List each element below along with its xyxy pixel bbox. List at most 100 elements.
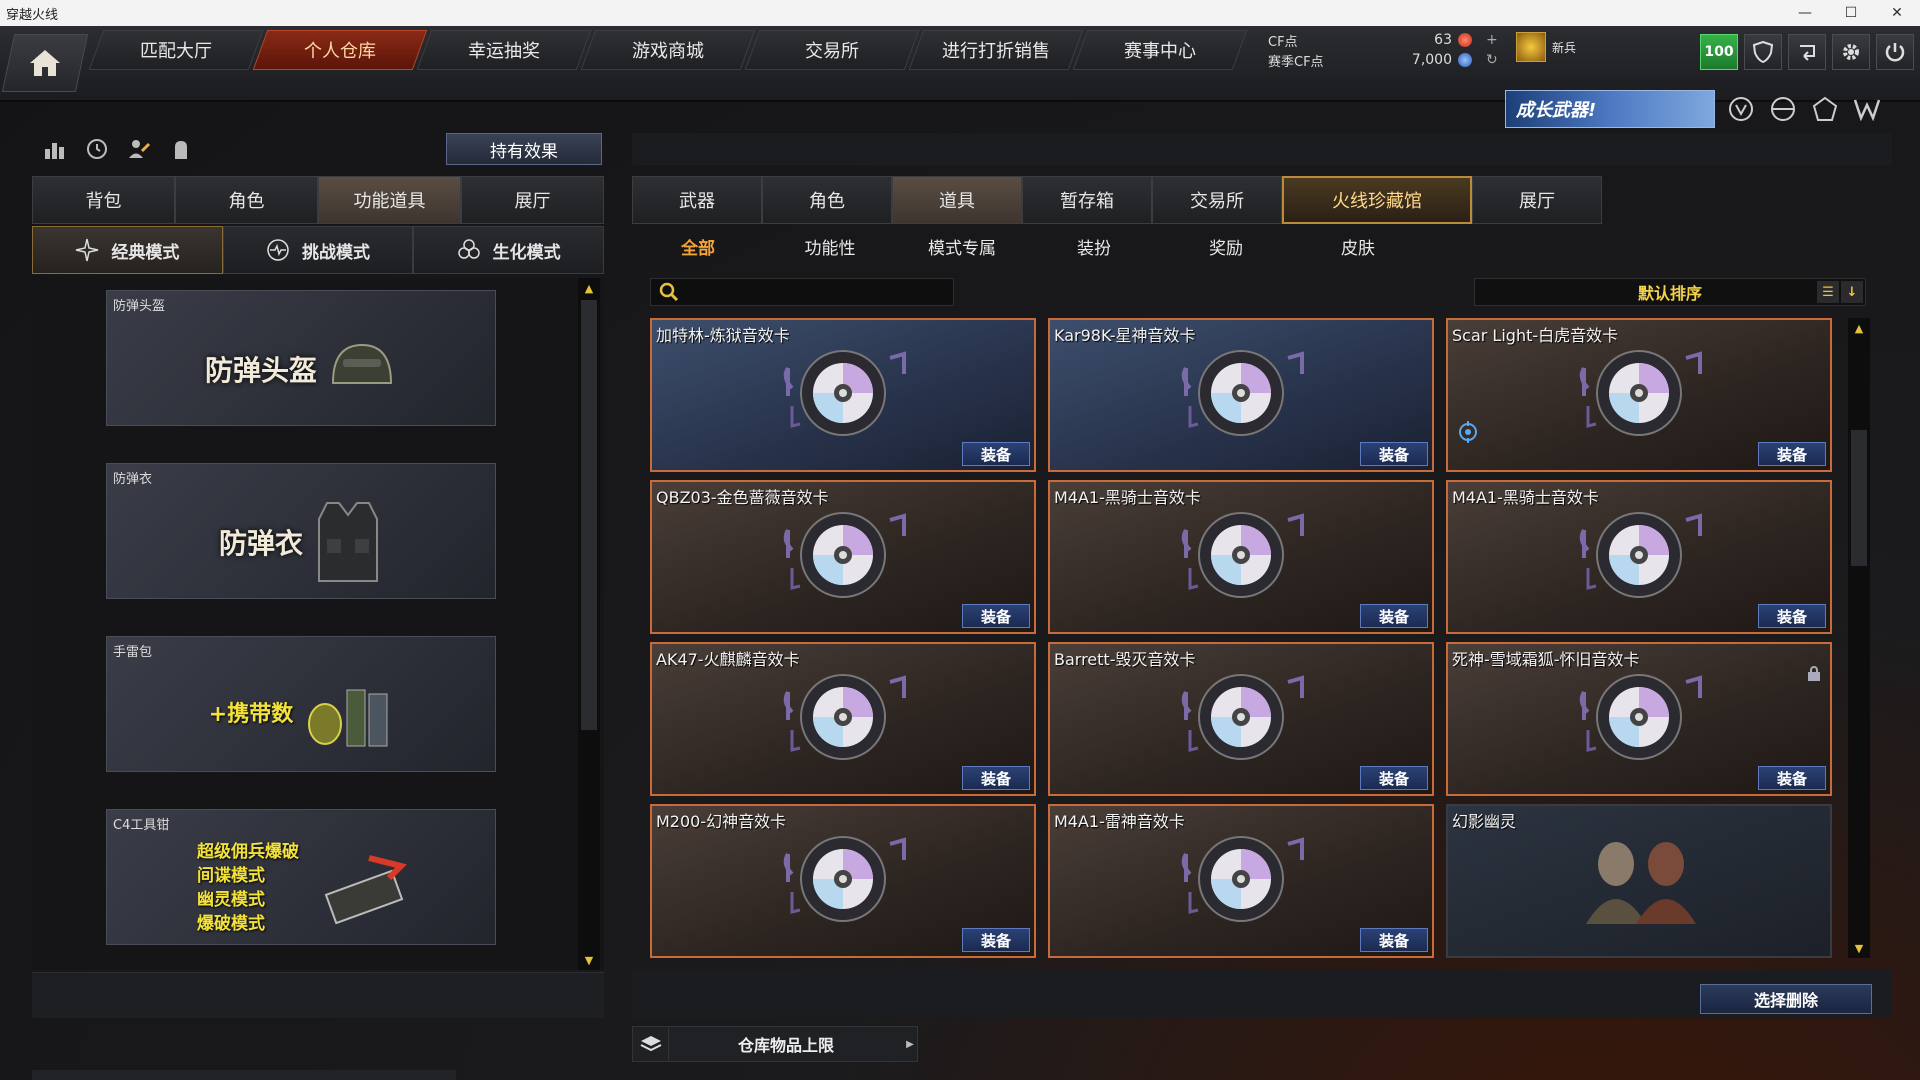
item-helmet[interactable]: 防弹头盔 防弹头盔 [106, 290, 496, 426]
sub-tab[interactable]: 全部 [632, 228, 764, 264]
left-tab[interactable]: 角色 [175, 176, 318, 224]
scroll-down-icon[interactable]: ▼ [1848, 938, 1870, 958]
growth-weapon-banner[interactable]: 成长武器! [1505, 90, 1715, 128]
list-view-icon[interactable]: ☰ [1817, 281, 1839, 303]
globe-icon[interactable] [1768, 94, 1798, 124]
nav-tab[interactable]: 赛事中心 [1072, 30, 1248, 70]
promo-icons [1726, 94, 1882, 124]
nav-tab[interactable]: 幸运抽奖 [416, 30, 592, 70]
mode-challenge[interactable]: 挑战模式 [222, 226, 414, 274]
equip-button[interactable]: 装备 [1360, 928, 1428, 952]
item-card[interactable]: M4A1-黑骑士音效卡 装备 [1048, 480, 1434, 634]
nav-tab-label: 匹配大厅 [140, 41, 212, 62]
equip-button[interactable]: 装备 [962, 928, 1030, 952]
equip-button[interactable]: 装备 [1758, 766, 1826, 790]
search-input[interactable] [687, 284, 937, 300]
item-card[interactable]: Scar Light-白虎音效卡 装备 [1446, 318, 1832, 472]
nav-tab[interactable]: 匹配大厅 [88, 30, 264, 70]
return-icon[interactable] [1788, 34, 1826, 70]
sub-tab[interactable]: 皮肤 [1292, 228, 1424, 264]
level-badge[interactable]: 100 [1700, 34, 1738, 70]
add-cf-button[interactable]: + [1486, 32, 1498, 48]
category-tab[interactable]: 武器 [632, 176, 762, 224]
history-icon[interactable] [82, 134, 112, 164]
maximize-button[interactable]: ☐ [1828, 0, 1874, 26]
item-grenade-pack[interactable]: 手雷包 +携带数 [106, 636, 496, 772]
category-tab[interactable]: 道具 [892, 176, 1022, 224]
person-edit-icon[interactable] [124, 134, 154, 164]
scroll-thumb[interactable] [581, 300, 597, 730]
item-card[interactable]: M4A1-雷神音效卡 装备 [1048, 804, 1434, 958]
equip-button[interactable]: 装备 [962, 604, 1030, 628]
sub-tab[interactable]: 装扮 [1028, 228, 1160, 264]
nav-tab[interactable]: 进行打折销售 [908, 30, 1084, 70]
item-card[interactable]: 死神-雪域霜狐-怀旧音效卡 装备 [1446, 642, 1832, 796]
close-button[interactable]: ✕ [1874, 0, 1920, 26]
minimize-button[interactable]: — [1782, 0, 1828, 26]
right-scrollbar[interactable]: ▲ ▼ [1848, 318, 1870, 958]
home-button[interactable] [1, 34, 89, 92]
select-delete-button[interactable]: 选择删除 [1700, 984, 1872, 1014]
category-tab[interactable]: 角色 [762, 176, 892, 224]
window-titlebar: 穿越火线 — ☐ ✕ [0, 0, 1920, 26]
left-tab[interactable]: 背包 [32, 176, 175, 224]
scroll-down-icon[interactable]: ▼ [578, 950, 600, 970]
item-c4-tool[interactable]: C4工具钳 超级佣兵爆破 间谍模式 幽灵模式 爆破模式 [106, 809, 496, 945]
left-scrollbar[interactable]: ▲ ▼ [578, 278, 600, 970]
sub-category-tabs: 全部 功能性 模式专属 装扮 奖励 皮肤 [632, 228, 1424, 264]
hold-effect-button[interactable]: 持有效果 [446, 133, 602, 165]
shield-icon[interactable] [1744, 34, 1782, 70]
category-tab[interactable]: 交易所 [1152, 176, 1282, 224]
ghost-characters-icon [1448, 834, 1830, 924]
item-card[interactable]: Kar98K-星神音效卡 装备 [1048, 318, 1434, 472]
category-tab[interactable]: 暂存箱 [1022, 176, 1152, 224]
mode-label: 挑战模式 [302, 242, 370, 263]
category-tab[interactable]: 火线珍藏馆 [1282, 176, 1472, 224]
nav-tab[interactable]: 游戏商城 [580, 30, 756, 70]
item-card[interactable]: AK47-火麒麟音效卡 装备 [650, 642, 1036, 796]
item-card[interactable]: QBZ03-金色蔷薇音效卡 装备 [650, 480, 1036, 634]
sort-dropdown[interactable]: 默认排序 ☰ ↓ [1474, 278, 1866, 306]
left-tab[interactable]: 功能道具 [318, 176, 461, 224]
scroll-up-icon[interactable]: ▲ [578, 278, 600, 298]
w-logo-icon[interactable] [1852, 94, 1882, 124]
item-card[interactable]: Barrett-毁灭音效卡 装备 [1048, 642, 1434, 796]
equip-button[interactable]: 装备 [1360, 442, 1428, 466]
search-box[interactable] [650, 278, 954, 306]
item-card[interactable]: 幻影幽灵 [1446, 804, 1832, 958]
glove-icon[interactable] [166, 134, 196, 164]
item-card[interactable]: M200-幻神音效卡 装备 [650, 804, 1036, 958]
expand-arrow-icon[interactable]: ▶ [903, 1039, 917, 1050]
gear-icon[interactable] [1832, 34, 1870, 70]
equip-button[interactable]: 装备 [1360, 604, 1428, 628]
equip-button[interactable]: 装备 [962, 442, 1030, 466]
power-icon[interactable] [1876, 34, 1914, 70]
sub-tab[interactable]: 模式专属 [896, 228, 1028, 264]
mode-classic[interactable]: 经典模式 [32, 226, 223, 274]
sort-descending-icon[interactable]: ↓ [1841, 281, 1863, 303]
badge-v-icon[interactable] [1726, 94, 1756, 124]
nav-tab[interactable]: 交易所 [744, 30, 920, 70]
ranking-icon[interactable] [40, 134, 70, 164]
search-icon [659, 282, 679, 302]
nav-tab[interactable]: 个人仓库 [252, 30, 428, 70]
sub-tab[interactable]: 奖励 [1160, 228, 1292, 264]
scroll-up-icon[interactable]: ▲ [1848, 318, 1870, 338]
wing-badge-icon[interactable] [1810, 94, 1840, 124]
storage-limit-bar[interactable]: 仓库物品上限 ▶ [632, 1026, 918, 1062]
equip-button[interactable]: 装备 [1360, 766, 1428, 790]
equip-button[interactable]: 装备 [1758, 442, 1826, 466]
mode-biohazard[interactable]: 生化模式 [413, 226, 605, 274]
left-tab[interactable]: 展厅 [461, 176, 604, 224]
equip-button[interactable]: 装备 [962, 766, 1030, 790]
window-controls: — ☐ ✕ [1782, 0, 1920, 26]
scroll-thumb[interactable] [1851, 430, 1867, 566]
item-card[interactable]: M4A1-黑骑士音效卡 装备 [1446, 480, 1832, 634]
item-card[interactable]: 加特林-炼狱音效卡 装备 [650, 318, 1036, 472]
refresh-cf-button[interactable]: ↻ [1486, 52, 1498, 68]
art-line: 超级佣兵爆破 [197, 842, 299, 862]
category-tab[interactable]: 展厅 [1472, 176, 1602, 224]
sub-tab[interactable]: 功能性 [764, 228, 896, 264]
equip-button[interactable]: 装备 [1758, 604, 1826, 628]
item-vest[interactable]: 防弹衣 防弹衣 [106, 463, 496, 599]
